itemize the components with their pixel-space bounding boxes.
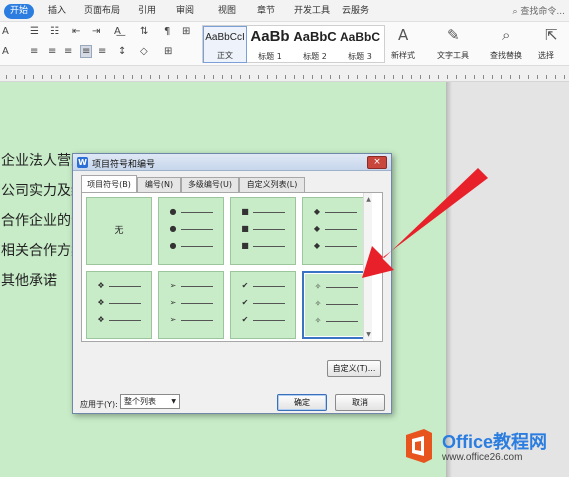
office26-watermark: Office教程网 www.office26.com bbox=[402, 425, 567, 469]
watermark-url: www.office26.com bbox=[442, 452, 523, 463]
watermark-title: Office教程网 bbox=[442, 432, 548, 452]
annotation-arrow bbox=[362, 168, 488, 278]
office-logo-icon bbox=[406, 429, 432, 463]
arrow-shape bbox=[362, 168, 488, 278]
